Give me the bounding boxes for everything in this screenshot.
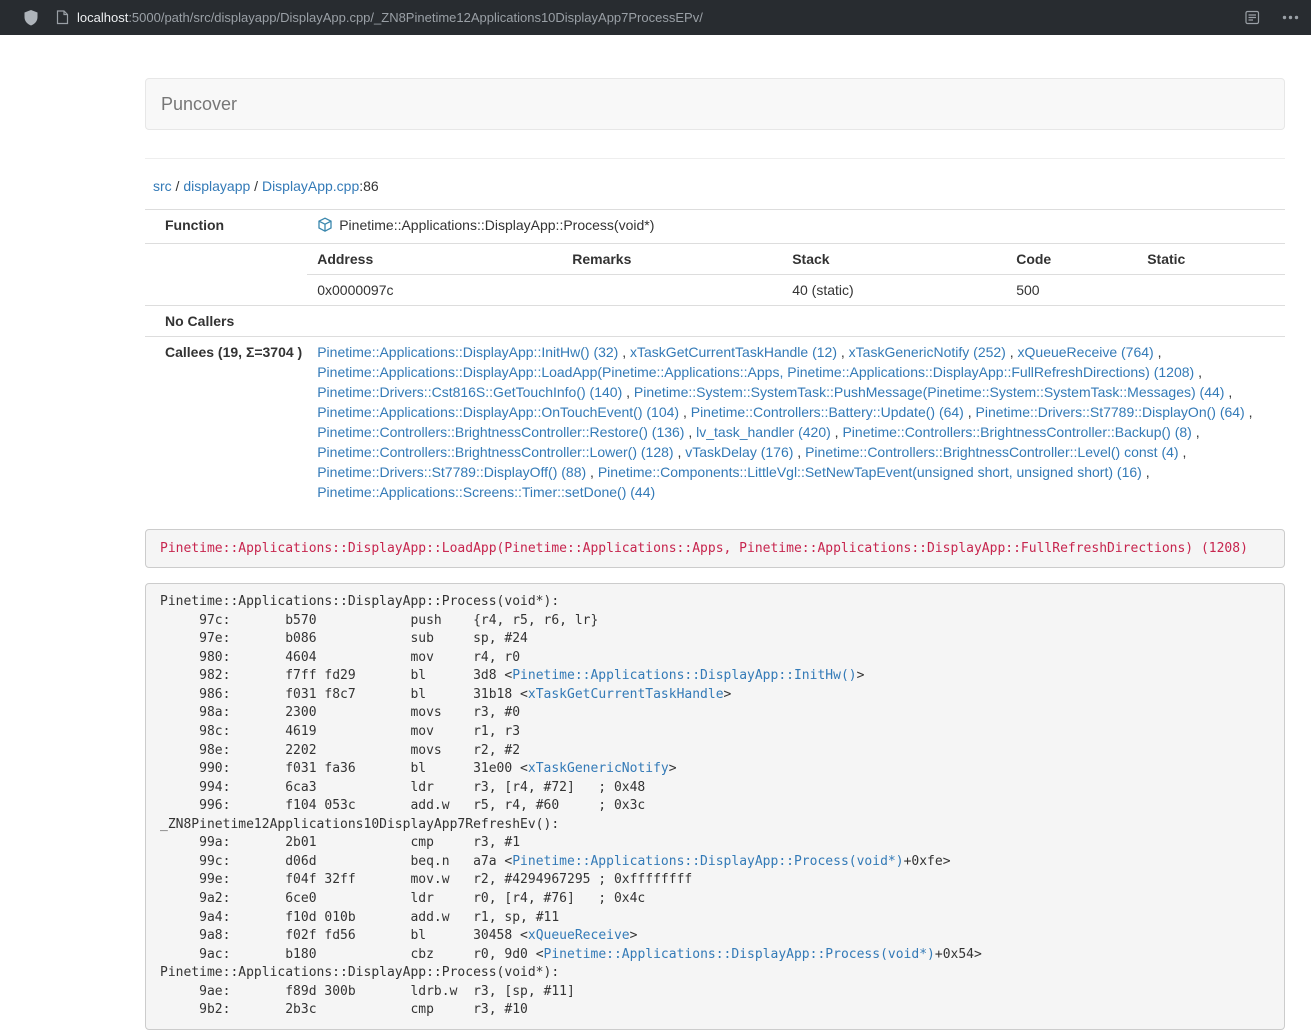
assembly-symbol-link[interactable]: xTaskGetCurrentTaskHandle (528, 687, 724, 702)
assembly-symbol-link[interactable]: xTaskGenericNotify (528, 761, 669, 776)
callee-link[interactable]: Pinetime::Applications::DisplayApp::OnTo… (317, 404, 679, 420)
column-code: Code (1006, 244, 1137, 275)
breadcrumb-links: src / displayapp / DisplayApp.cpp (153, 178, 359, 194)
assembly-symbol-link[interactable]: Pinetime::Applications::DisplayApp::Proc… (512, 854, 903, 869)
callee-link[interactable]: Pinetime::Controllers::BrightnessControl… (842, 424, 1191, 440)
symbol-stats-table: Address Remarks Stack Code Static 0x0000… (307, 244, 1285, 305)
assembly-block: Pinetime::Applications::DisplayApp::Proc… (145, 583, 1285, 1030)
callee-link[interactable]: Pinetime::System::SystemTask::PushMessag… (634, 384, 1225, 400)
callee-link[interactable]: Pinetime::Controllers::BrightnessControl… (317, 444, 673, 460)
shield-icon[interactable] (22, 9, 40, 27)
function-row: Function Pinetime::Applications::Display… (145, 210, 1285, 244)
highlighted-symbol: Pinetime::Applications::DisplayApp::Load… (160, 541, 1248, 556)
code-value: 500 (1006, 275, 1137, 306)
no-callers-row: No Callers (145, 306, 1285, 337)
main-content: Puncover src / displayapp / DisplayApp.c… (145, 78, 1285, 1030)
callee-link[interactable]: xTaskGetCurrentTaskHandle (12) (630, 344, 837, 360)
stack-value: 40 (static) (782, 275, 1006, 306)
breadcrumb: src / displayapp / DisplayApp.cpp:86 (145, 159, 1285, 209)
column-stack: Stack (782, 244, 1006, 275)
callee-link[interactable]: xQueueReceive (764) (1018, 344, 1154, 360)
callee-link[interactable]: Pinetime::Components::LittleVgl::SetNewT… (598, 464, 1142, 480)
callee-link[interactable]: Pinetime::Controllers::BrightnessControl… (805, 444, 1178, 460)
callees-label: Callees (19, Σ=3704 ) (145, 337, 307, 508)
browser-chrome: localhost:5000/path/src/displayapp/Displ… (0, 0, 1311, 35)
url-text: localhost:5000/path/src/displayapp/Displ… (77, 10, 703, 25)
page-icon (56, 10, 69, 25)
url-path: :5000/path/src/displayapp/DisplayApp.cpp… (128, 10, 703, 25)
function-label: Function (145, 210, 307, 244)
function-name: Pinetime::Applications::DisplayApp::Proc… (339, 215, 654, 235)
breadcrumb-link[interactable]: displayapp (183, 178, 250, 194)
callee-link[interactable]: Pinetime::Drivers::St7789::DisplayOff() … (317, 464, 586, 480)
callee-link[interactable]: Pinetime::Drivers::Cst816S::GetTouchInfo… (317, 384, 622, 400)
stats-row: Address Remarks Stack Code Static 0x0000… (145, 244, 1285, 306)
breadcrumb-link[interactable]: src (153, 178, 172, 194)
address-value: 0x0000097c (307, 275, 562, 306)
callee-link[interactable]: Pinetime::Applications::DisplayApp::Init… (317, 344, 618, 360)
stats-value-row: 0x0000097c 40 (static) 500 (307, 275, 1285, 306)
column-remarks: Remarks (562, 244, 782, 275)
callee-link[interactable]: Pinetime::Applications::DisplayApp::Load… (317, 364, 1194, 380)
column-static: Static (1137, 244, 1285, 275)
reader-mode-icon[interactable] (1245, 10, 1260, 25)
stats-header-row: Address Remarks Stack Code Static (307, 244, 1285, 275)
callee-link[interactable]: lv_task_handler (420) (696, 424, 831, 440)
callee-link[interactable]: Pinetime::Drivers::St7789::DisplayOn() (… (976, 404, 1245, 420)
callee-link[interactable]: Pinetime::Applications::Screens::Timer::… (317, 484, 655, 500)
app-navbar: Puncover (145, 78, 1285, 130)
assembly-symbol-link[interactable]: Pinetime::Applications::DisplayApp::Init… (512, 668, 856, 683)
breadcrumb-line-number: :86 (359, 178, 378, 194)
remarks-value (562, 275, 782, 306)
callee-link[interactable]: vTaskDelay (176) (685, 444, 793, 460)
assembly-symbol-link[interactable]: xQueueReceive (528, 928, 630, 943)
url-host: localhost (77, 10, 128, 25)
menu-icon[interactable] (1282, 15, 1299, 20)
callees-row: Callees (19, Σ=3704 ) Pinetime::Applicat… (145, 337, 1285, 508)
callees-list: Pinetime::Applications::DisplayApp::Init… (307, 337, 1285, 508)
address-bar[interactable]: localhost:5000/path/src/displayapp/Displ… (56, 10, 1227, 25)
function-icon (317, 217, 333, 233)
spacer-cell (145, 244, 307, 306)
highlighted-symbol-box: Pinetime::Applications::DisplayApp::Load… (145, 529, 1285, 568)
static-value (1137, 275, 1285, 306)
function-table: Function Pinetime::Applications::Display… (145, 209, 1285, 507)
callee-link[interactable]: xTaskGenericNotify (252) (849, 344, 1006, 360)
callee-link[interactable]: Pinetime::Controllers::BrightnessControl… (317, 424, 684, 440)
no-callers-label: No Callers (145, 306, 307, 337)
brand-link[interactable]: Puncover (146, 79, 252, 129)
breadcrumb-link[interactable]: DisplayApp.cpp (262, 178, 359, 194)
column-address: Address (307, 244, 562, 275)
callee-link[interactable]: Pinetime::Controllers::Battery::Update()… (691, 404, 964, 420)
assembly-symbol-link[interactable]: Pinetime::Applications::DisplayApp::Proc… (544, 947, 935, 962)
